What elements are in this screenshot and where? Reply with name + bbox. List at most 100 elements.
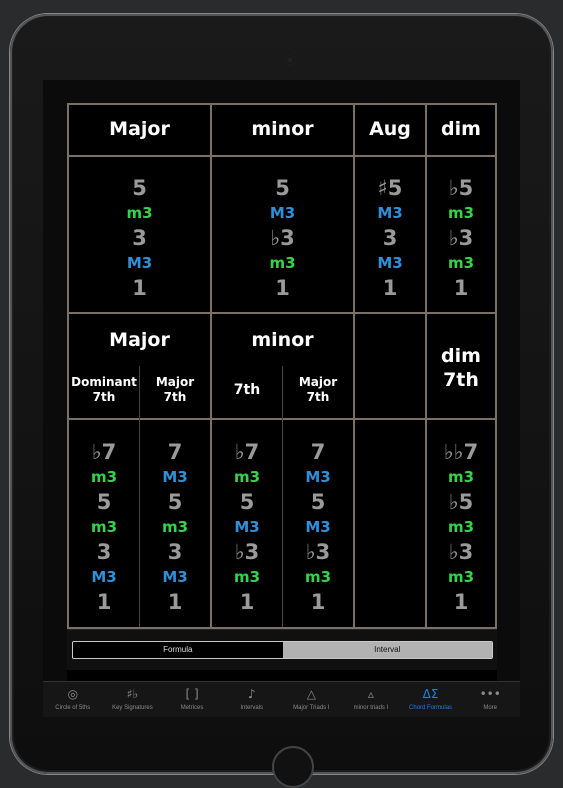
formula-interval-segmented-control[interactable]: Formula Interval — [72, 641, 493, 659]
major-third-interval: M3 — [377, 254, 403, 272]
scale-degree: ♭3 — [448, 226, 474, 250]
scale-degree: ♭7 — [234, 440, 260, 464]
tab-intervals[interactable]: ♪ Intervals — [222, 682, 282, 717]
scale-degree: ♭3 — [305, 540, 331, 564]
major-triad-stack: 5 m3 3 M3 1 — [69, 176, 210, 301]
minor-major-7th-stack: 7 M3 5 M3 ♭3 m3 1 — [283, 440, 353, 615]
minor-third-interval: m3 — [447, 518, 475, 536]
grid-line — [67, 155, 497, 157]
subheader-line: Dominant — [71, 375, 137, 389]
formula-interval-control-bar: Formula Interval — [67, 629, 497, 670]
scale-degree: 5 — [275, 176, 290, 200]
tab-chord-formulas[interactable]: ΔΣ Chord Formulas — [401, 682, 461, 717]
major-third-interval: M3 — [162, 468, 188, 486]
subheader-line: Major — [298, 375, 338, 389]
minor-third-interval: m3 — [447, 204, 475, 222]
tab-key-signatures[interactable]: ♯♭ Key Signatures — [103, 682, 163, 717]
minor-third-interval: m3 — [447, 568, 475, 586]
major-third-interval: M3 — [126, 254, 153, 272]
scale-degree: 1 — [96, 590, 112, 614]
scale-degree: 3 — [96, 540, 112, 564]
minor-third-interval: m3 — [90, 518, 118, 536]
minor-third-interval: m3 — [447, 468, 475, 486]
tab-major-triads-i[interactable]: △ Major Triads I — [282, 682, 342, 717]
triangle-icon: △ — [306, 687, 316, 701]
minor-third-interval: m3 — [447, 254, 475, 272]
scale-degree: 5 — [96, 490, 112, 514]
major-third-interval: M3 — [91, 568, 117, 586]
tab-label: Key Signatures — [112, 705, 153, 711]
tab-label: minor triads I — [353, 705, 389, 711]
home-button[interactable] — [272, 746, 314, 788]
grid-line — [67, 312, 497, 314]
subheader-line: 7th — [163, 390, 187, 404]
header-minor-triad: minor — [251, 118, 314, 140]
tab-metrices[interactable]: [ ] Metrices — [162, 682, 222, 717]
subheader-minor-major-7th: Major 7th — [283, 375, 353, 405]
dim7-line-1: dim — [441, 345, 481, 367]
dim7-line-2: 7th — [443, 369, 479, 391]
header-diminished-seventh: dim 7th — [427, 344, 495, 392]
header-major-sevenths: Major — [109, 329, 170, 351]
scale-degree: ♭3 — [448, 540, 474, 564]
tab-label: Chord Formulas — [409, 705, 453, 711]
tab-minor-triads-i[interactable]: ▵ minor triads I — [341, 682, 401, 717]
major-third-interval: M3 — [162, 568, 188, 586]
major-7th-stack: 7 M3 5 m3 3 M3 1 — [140, 440, 210, 615]
scale-degree: 7 — [310, 440, 326, 464]
scale-degree: 3 — [132, 226, 147, 250]
major-third-interval: M3 — [269, 204, 296, 222]
scale-degree: 1 — [167, 590, 183, 614]
tab-label: Metrices — [180, 705, 204, 711]
tab-circle-of-5ths[interactable]: ◎ Circle of 5ths — [43, 682, 103, 717]
small-triangle-icon: ▵ — [367, 687, 374, 701]
scale-degree: ♭7 — [91, 440, 117, 464]
minor-7th-stack: ♭7 m3 5 M3 ♭3 m3 1 — [212, 440, 282, 615]
subheader-line: 7th — [92, 390, 116, 404]
minor-third-interval: m3 — [233, 568, 261, 586]
tab-more[interactable]: ••• More — [460, 682, 520, 717]
major-third-interval: M3 — [305, 468, 331, 486]
delta-sigma-icon: ΔΣ — [422, 687, 439, 701]
subheader-line: Major — [155, 375, 195, 389]
scale-degree: 3 — [167, 540, 183, 564]
tab-label: More — [483, 705, 498, 711]
scale-degree: 1 — [275, 276, 290, 300]
tab-label: Major Triads I — [293, 705, 330, 711]
dominant-7th-stack: ♭7 m3 5 m3 3 M3 1 — [69, 440, 139, 615]
scale-degree: ♭3 — [234, 540, 260, 564]
major-third-interval: M3 — [305, 518, 331, 536]
scale-degree: 5 — [239, 490, 255, 514]
minor-third-interval: m3 — [161, 518, 189, 536]
tab-bar: ◎ Circle of 5ths ♯♭ Key Signatures [ ] Metric… — [43, 681, 520, 717]
scale-degree: 7 — [167, 440, 183, 464]
minor-third-interval: m3 — [269, 254, 296, 272]
tab-label: Circle of 5ths — [55, 705, 91, 711]
header-diminished-triad: dim — [441, 118, 481, 140]
grid-line — [67, 103, 497, 105]
scale-degree: 5 — [132, 176, 147, 200]
segment-formula[interactable]: Formula — [73, 642, 283, 658]
scale-degree: ♭♭7 — [443, 440, 479, 464]
header-minor-sevenths: minor — [251, 329, 314, 351]
minor-third-interval: m3 — [126, 204, 153, 222]
header-augmented-triad: Aug — [369, 118, 411, 140]
scale-degree: 5 — [310, 490, 326, 514]
more-icon: ••• — [479, 687, 501, 701]
scale-degree: 1 — [239, 590, 255, 614]
chord-formula-board: Major minor Aug dim Major minor dim 7th … — [67, 103, 497, 690]
subheader-line: 7th — [306, 390, 330, 404]
key-signature-icon: ♯♭ — [126, 687, 139, 701]
scale-degree: ♭3 — [270, 226, 295, 250]
scale-degree: 3 — [382, 226, 398, 250]
grid-line — [495, 103, 497, 629]
note-icon: ♪ — [247, 687, 256, 701]
scale-degree: ♯5 — [377, 176, 403, 200]
tab-label: Intervals — [240, 705, 264, 711]
header-major-triad: Major — [109, 118, 170, 140]
major-third-interval: M3 — [377, 204, 403, 222]
app-screen: Major minor Aug dim Major minor dim 7th … — [43, 80, 520, 717]
minor-triad-stack: 5 M3 ♭3 m3 1 — [212, 176, 353, 301]
segment-interval[interactable]: Interval — [282, 642, 492, 658]
brackets-icon: [ ] — [185, 687, 199, 701]
